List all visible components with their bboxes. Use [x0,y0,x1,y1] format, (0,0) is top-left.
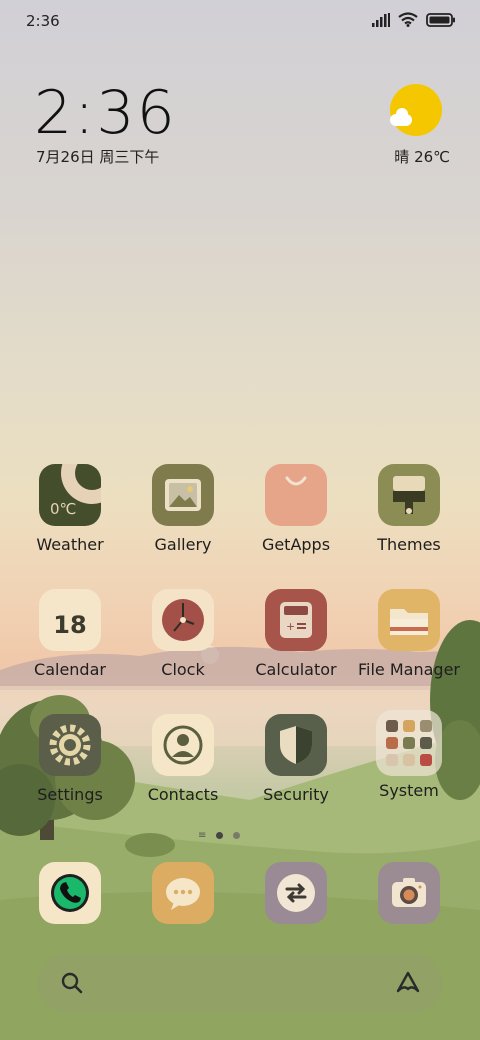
app-contacts[interactable]: Contacts [128,714,238,804]
search-icon[interactable] [60,971,84,995]
app-system-folder[interactable]: System [354,710,464,800]
folder-grid-icon [376,710,442,776]
search-bar[interactable] [38,954,442,1012]
weather-icon: 0℃ [39,464,101,526]
app-label: Gallery [154,535,212,554]
folder-icon [378,589,440,651]
status-icons [372,12,456,27]
getapps-icon [265,464,327,526]
app-label: File Manager [358,660,460,679]
app-label: System [379,781,439,800]
app-file-manager[interactable]: File Manager [354,589,464,679]
app-label: Calculator [255,660,337,679]
themes-icon [378,464,440,526]
app-label: GetApps [261,535,331,554]
app-weather[interactable]: 0℃ Weather [15,464,125,554]
app-security[interactable]: Security [241,714,351,804]
camera-icon [378,862,440,924]
app-settings[interactable]: Settings [15,714,125,804]
sunny-cloud-icon [390,84,442,136]
app-label: Settings [37,785,103,804]
assistant-icon[interactable] [394,969,422,997]
dock-transfer[interactable] [241,862,351,924]
status-bar: 2:36 [0,0,480,44]
gear-icon [39,714,101,776]
clock-widget-time[interactable]: 2:36 [34,78,177,148]
calendar-icon: 18 [39,589,101,651]
app-label: Clock [161,660,205,679]
dock-messages[interactable] [128,862,238,924]
gallery-icon [152,464,214,526]
page-indicator[interactable]: ≡ [198,830,241,841]
svg-text:+: + [286,620,295,633]
app-gallery[interactable]: Gallery [128,464,238,554]
transfer-icon [265,862,327,924]
app-label: Calendar [34,660,106,679]
wifi-icon [398,12,418,27]
phone-icon [39,862,101,924]
page-dot-active [216,832,224,839]
clock-widget-date[interactable]: 7月26日 周三下午 [36,146,159,167]
dock-phone[interactable] [15,862,125,924]
app-label: Security [263,785,329,804]
app-themes[interactable]: Themes [354,464,464,554]
app-clock[interactable]: Clock [128,589,238,679]
message-icon [152,862,214,924]
weather-widget[interactable] [386,84,446,136]
status-time: 2:36 [26,12,60,30]
app-getapps[interactable]: GetApps [241,464,351,554]
battery-icon [426,12,455,27]
list-view-icon[interactable]: ≡ [198,830,206,841]
contacts-icon [152,714,214,776]
dock-camera[interactable] [354,862,464,924]
clock-icon [152,589,214,651]
app-calendar[interactable]: 18 Calendar [15,589,125,679]
app-label: Weather [36,535,104,554]
weather-widget-text[interactable]: 晴 26℃ [394,146,450,167]
app-label: Themes [377,535,441,554]
app-calculator[interactable]: + Calculator [241,589,351,679]
page-dot [233,832,241,839]
calculator-icon: + [265,589,327,651]
shield-icon [265,714,327,776]
app-label: Contacts [147,785,219,804]
signal-icon [372,12,390,27]
